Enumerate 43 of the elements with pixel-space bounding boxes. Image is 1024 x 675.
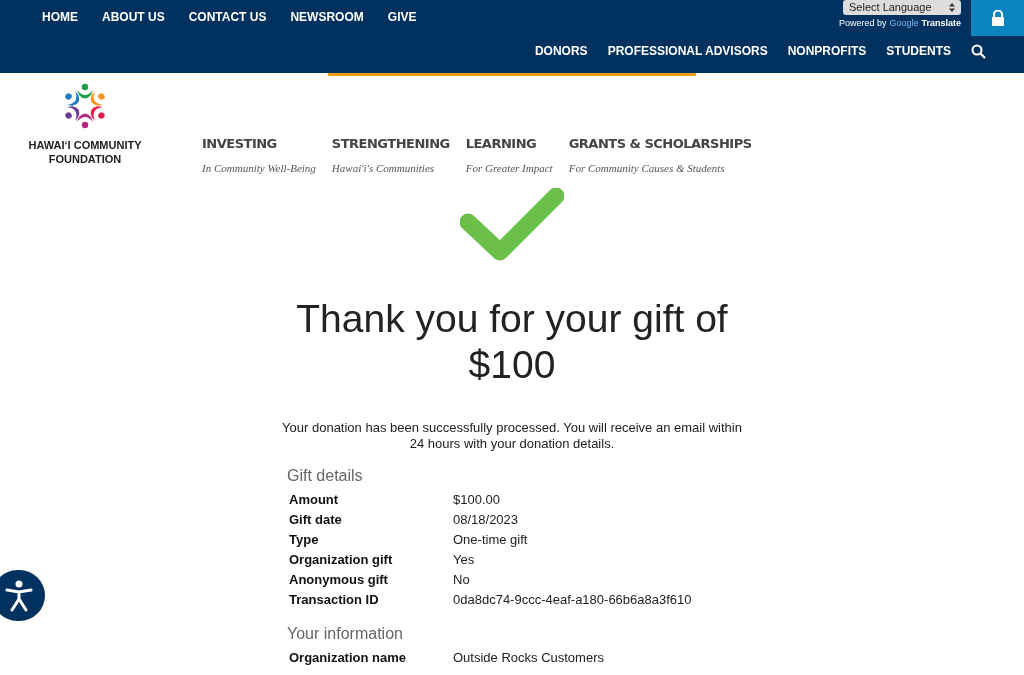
- select-arrows-icon: [949, 3, 955, 12]
- nav-link[interactable]: NONPROFITS: [787, 42, 867, 60]
- field-value: One-time gift: [453, 532, 528, 549]
- lock-icon: [990, 10, 1005, 26]
- field-label: Anonymous gift: [289, 572, 389, 589]
- section-title: Your information: [287, 624, 404, 644]
- accessibility-button[interactable]: [0, 570, 45, 621]
- nav-link[interactable]: ABOUT US: [102, 8, 165, 26]
- field-label: Transaction ID: [289, 592, 380, 609]
- login-button[interactable]: [971, 0, 1024, 36]
- thank-you-heading: Thank you for your gift of $100: [295, 296, 729, 388]
- search-icon[interactable]: [971, 43, 986, 59]
- logo-text: HAWAIʻI COMMUNITY FOUNDATION: [28, 138, 142, 166]
- nav-link[interactable]: DONORS: [534, 42, 588, 60]
- google-logo-text: Google: [889, 17, 919, 30]
- field-label: Amount: [289, 492, 340, 509]
- field-value: Yes: [453, 552, 475, 569]
- field-value: Outside Rocks Customers: [453, 650, 604, 667]
- nav-link[interactable]: PROFESSIONAL ADVISORS: [607, 42, 768, 60]
- main-nav-link[interactable]: LEARNING For Greater Impact: [465, 134, 553, 176]
- main-nav-link[interactable]: INVESTING In Community Well-Being: [202, 134, 316, 176]
- powered-by-text: Powered by: [838, 17, 887, 30]
- accessibility-icon: [4, 579, 33, 612]
- field-label: Organization gift: [289, 552, 394, 569]
- nav-link[interactable]: STUDENTS: [886, 42, 951, 60]
- main-nav-link[interactable]: STRENGTHENING Hawai'i's Communities: [331, 134, 450, 176]
- field-label: Gift date: [289, 512, 343, 529]
- translate-text: Translate: [921, 17, 961, 30]
- field-value: No: [453, 572, 470, 589]
- nav-link[interactable]: GIVE: [387, 8, 417, 26]
- confirmation-message: Your donation has been successfully processed. You will receive an email within 24 hours with your donation details.: [282, 420, 742, 452]
- language-select[interactable]: Select Language: [843, 0, 961, 15]
- section-title: Gift details: [287, 466, 364, 486]
- field-label: Type: [289, 532, 320, 549]
- field-value: $100.00: [453, 492, 500, 509]
- field-label: Organization name: [289, 650, 408, 667]
- main-nav-link[interactable]: GRANTS & SCHOLARSHIPS For Community Causes & Students: [568, 134, 752, 176]
- nav-link[interactable]: NEWSROOM: [290, 8, 364, 26]
- logo[interactable]: HAWAIʻI COMMUNITY FOUNDATION: [0, 82, 170, 176]
- nav-link[interactable]: CONTACT US: [188, 8, 267, 26]
- field-value: 08/18/2023: [453, 512, 519, 529]
- field-value: 0da8dc74-9ccc-4eaf-a180-66b6a8a3f610: [453, 592, 692, 609]
- nav-link[interactable]: HOME: [42, 8, 78, 26]
